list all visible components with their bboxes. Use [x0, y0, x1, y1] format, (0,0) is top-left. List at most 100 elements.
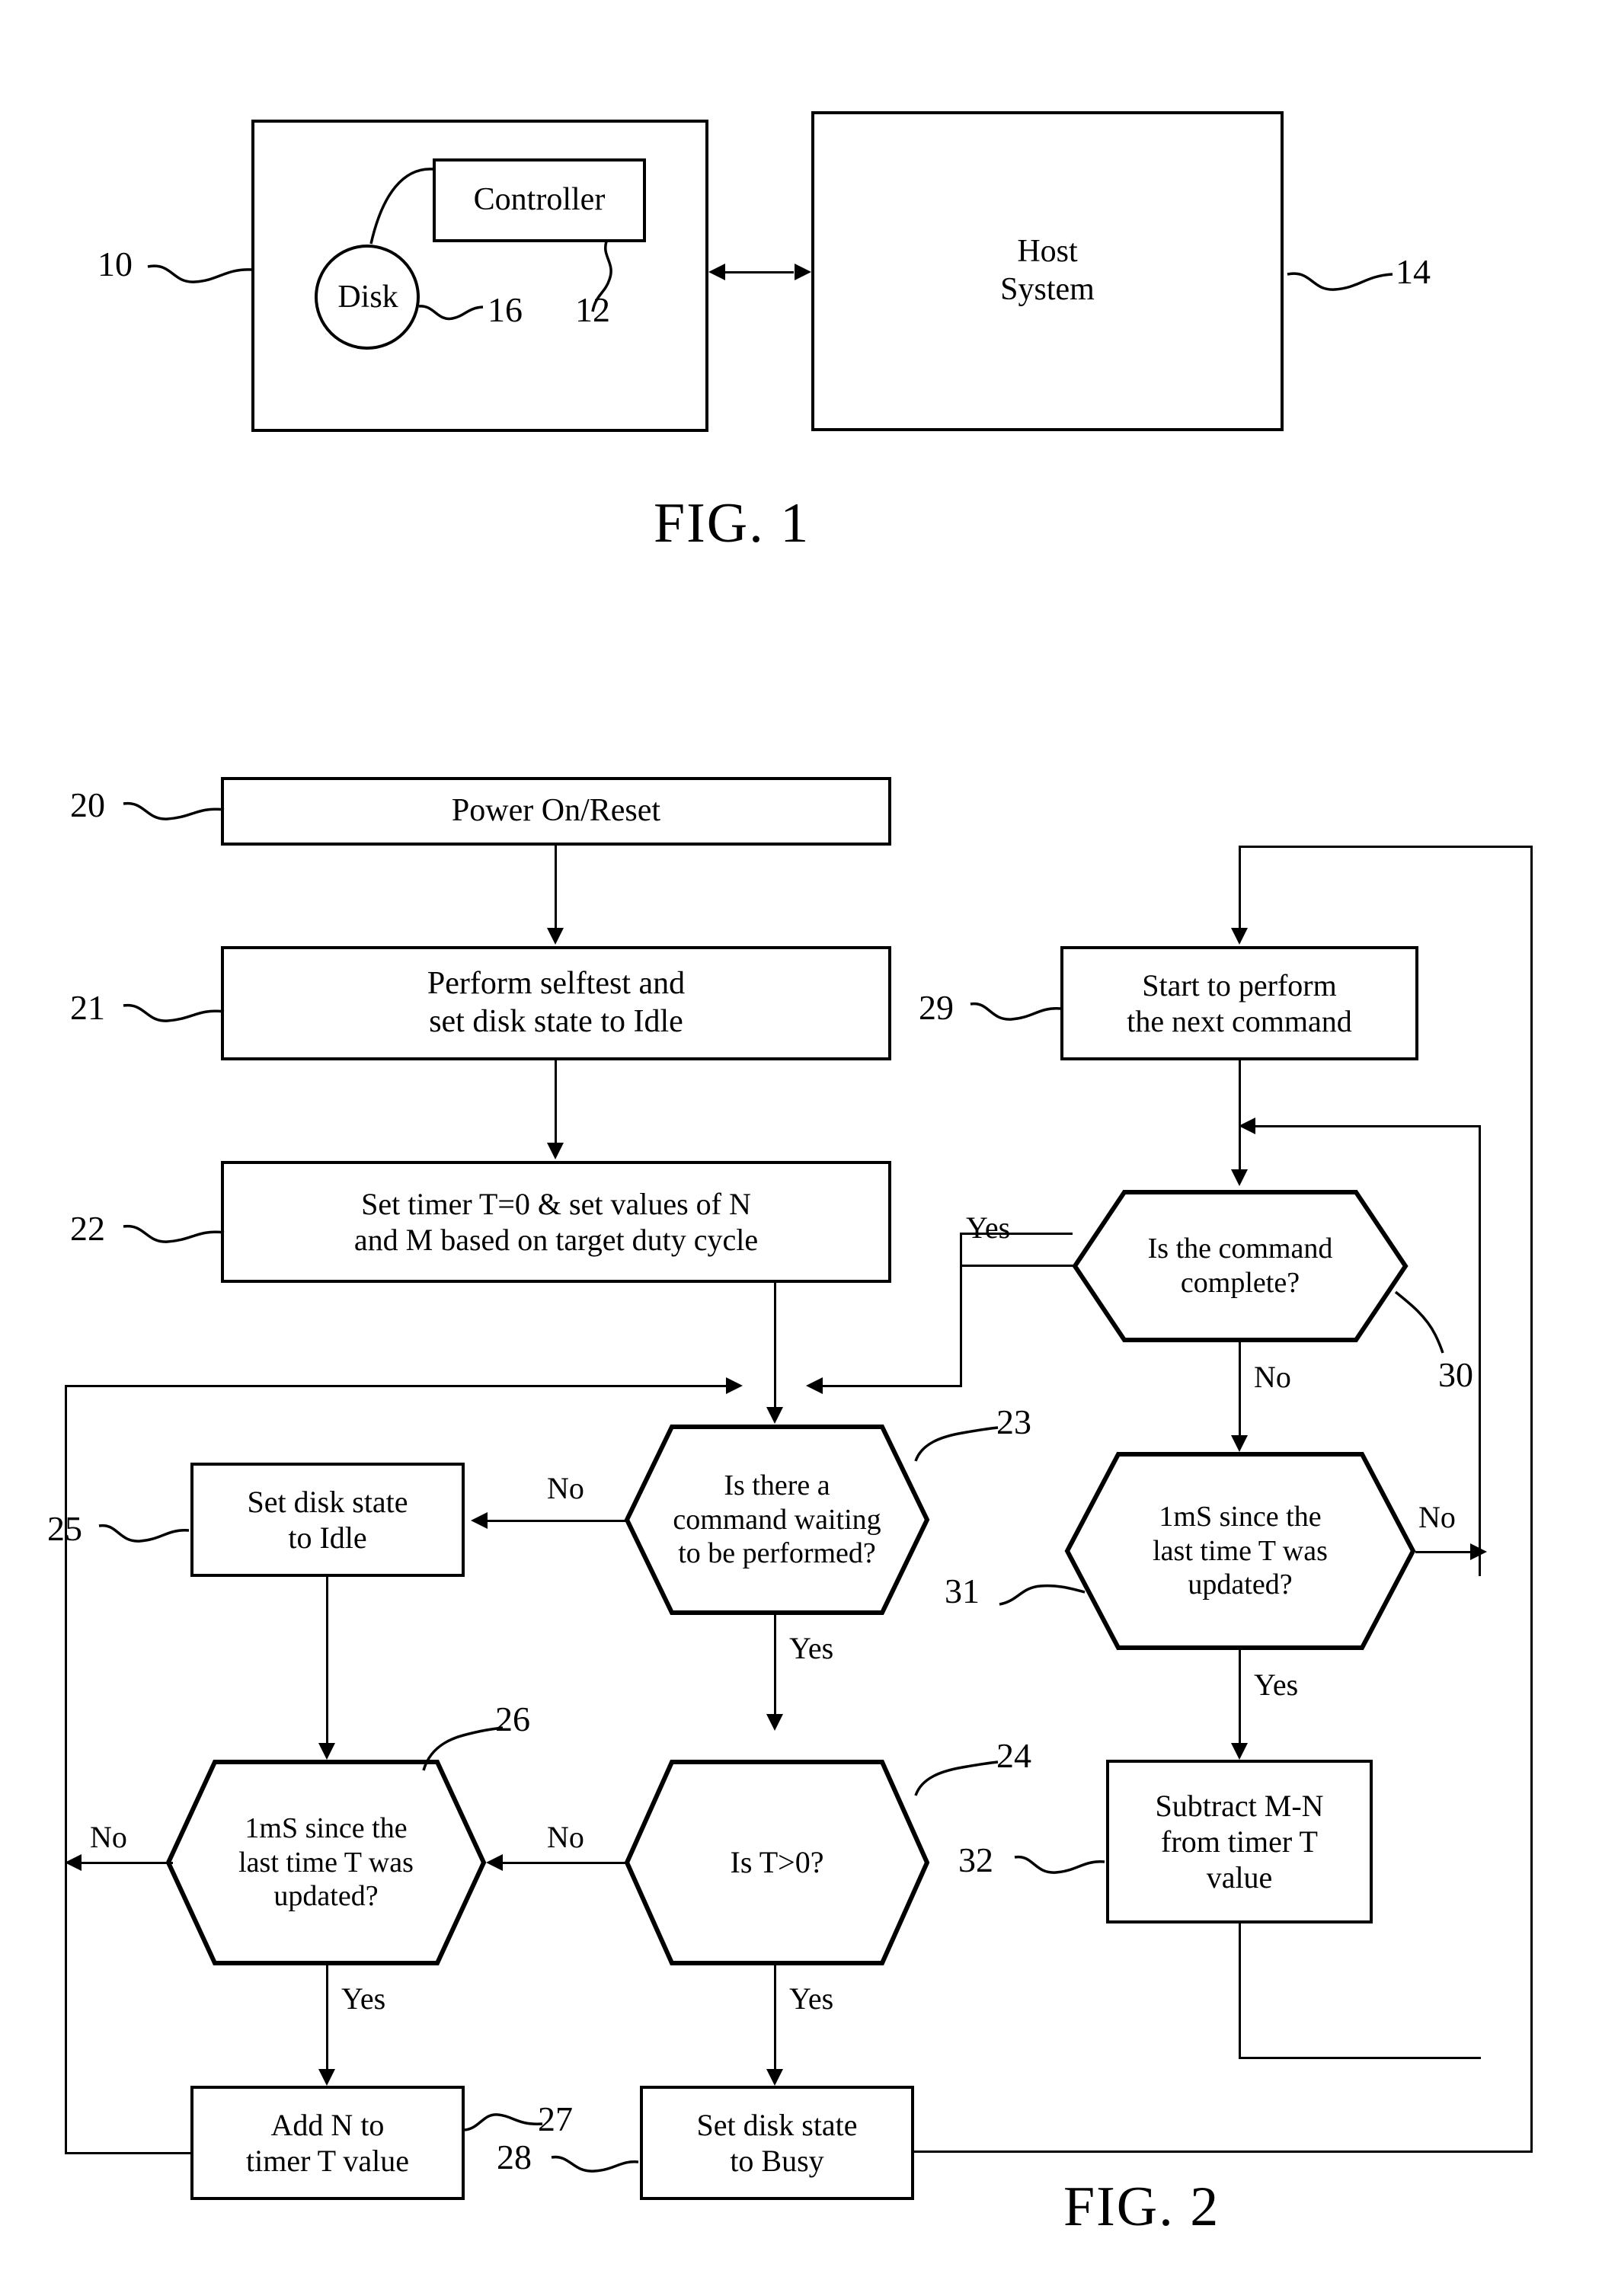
edge-24-26-arrow [486, 1854, 503, 1871]
branch-label-30-no: No [1254, 1360, 1291, 1394]
edge-23-24 [774, 1613, 776, 1720]
merge-right-arrow [806, 1377, 823, 1394]
node-25-set-idle: Set disk state to Idle [190, 1463, 465, 1577]
edge-22-23-arrow [766, 1407, 783, 1424]
node-23-label-line2: command waiting [673, 1503, 881, 1536]
node-29-label-line1: Start to perform [1142, 967, 1337, 1003]
node-31-label-line1: 1mS since the [1159, 1500, 1322, 1533]
branch-label-23-no: No [547, 1471, 584, 1505]
node-21-label-line1: Perform selftest and [427, 966, 686, 1002]
ref-num-26: 26 [495, 1700, 530, 1738]
node-30-is-command-complete: Is the command complete? [1073, 1190, 1408, 1342]
node-29-start-next-command: Start to perform the next command [1060, 946, 1418, 1060]
edge-31-no-return [1255, 1125, 1481, 1127]
edge-26-no [82, 1862, 173, 1864]
node-30-label-line2: complete? [1180, 1267, 1300, 1299]
edge-21-22 [555, 1060, 557, 1148]
node-28-label-line2: to Busy [730, 2144, 824, 2178]
node-26-label-line1: 1mS since the [245, 1812, 408, 1844]
ref-num-24: 24 [996, 1736, 1031, 1775]
node-22-label-line1: Set timer T=0 & set values of N [361, 1186, 751, 1221]
edge-25-26 [326, 1577, 328, 1748]
edge-23-24-arrow [766, 1714, 783, 1731]
patent-drawing-sheet: Controller Disk 16 12 10 Host System 14 … [0, 0, 1618, 2296]
edge-30-yes [960, 1265, 1076, 1267]
ref-leader-32 [1014, 1855, 1105, 1874]
figure-2-caption: FIG. 2 [1063, 2176, 1220, 2238]
edge-24-26 [503, 1862, 626, 1864]
edge-31-32-arrow [1231, 1743, 1248, 1760]
node-27-label-line1: Add N to [270, 2107, 385, 2142]
node-27-add-n: Add N to timer T value [190, 2086, 465, 2200]
ref-leader-29 [970, 1002, 1061, 1021]
ref-num-20: 20 [70, 785, 105, 824]
branch-label-31-yes: Yes [1254, 1668, 1299, 1702]
edge-24-28-arrow [766, 2069, 783, 2086]
edge-21-22-arrow [547, 1143, 564, 1159]
left-loop-bottom [65, 2152, 193, 2154]
ref-leader-24 [914, 1760, 999, 1796]
node-29-label-line2: the next command [1127, 1004, 1352, 1038]
ref-leader-26 [422, 1726, 504, 1771]
edge-23-25 [488, 1520, 626, 1522]
ref-leader-28 [551, 2155, 639, 2173]
node-30-label-line1: Is the command [1147, 1233, 1333, 1265]
ref-num-29: 29 [919, 988, 954, 1027]
branch-label-26-yes: Yes [341, 1981, 386, 2016]
node-28-set-busy: Set disk state to Busy [640, 2086, 914, 2200]
edge-32-right [1239, 2057, 1481, 2059]
node-20-power-on-reset: Power On/Reset [221, 777, 891, 846]
node-26-label-line2: last time T was [238, 1846, 414, 1879]
node-26-label-line3: updated? [273, 1880, 379, 1913]
node-23-label-line3: to be performed? [678, 1537, 876, 1570]
ref-leader-20 [123, 801, 225, 820]
ref-leader-30 [1394, 1290, 1444, 1354]
node-26-1ms-since-update-left: 1mS since the last time T was updated? [166, 1760, 486, 1965]
node-24-is-t-gt-0: Is T>0? [625, 1760, 929, 1965]
node-28-label-line1: Set disk state [696, 2107, 858, 2142]
edge-23-25-arrow [471, 1512, 488, 1529]
node-22-set-timer: Set timer T=0 & set values of N and M ba… [221, 1161, 891, 1283]
branch-label-24-yes: Yes [789, 1981, 834, 2016]
edge-26-27 [326, 1964, 328, 2074]
branch-label-24-no: No [547, 1820, 584, 1854]
node-32-label-line1: Subtract M-N [1155, 1788, 1324, 1823]
ref-num-23: 23 [996, 1402, 1031, 1441]
node-31-label-line2: last time T was [1153, 1534, 1328, 1567]
node-31-label-line3: updated? [1188, 1569, 1293, 1601]
edge-31-no-arrow [1470, 1543, 1487, 1560]
merge-right-line [823, 1385, 962, 1387]
node-32-subtract-m-n: Subtract M-N from timer T value [1106, 1760, 1373, 1923]
node-27-label-line2: timer T value [245, 2144, 410, 2178]
ref-leader-21 [123, 1003, 225, 1022]
edge-32-drop [1239, 1923, 1241, 2059]
node-31-1ms-since-update-right: 1mS since the last time T was updated? [1065, 1452, 1415, 1650]
node-23-label-line1: Is there a [724, 1469, 830, 1501]
edge-29-top-arrow [1231, 928, 1248, 945]
merge-left-line [65, 1385, 727, 1387]
ref-num-30: 30 [1438, 1355, 1473, 1394]
edge-26-no-arrow [65, 1854, 82, 1871]
merge-left-arrow [726, 1377, 743, 1394]
edge-20-21 [555, 846, 557, 933]
edge-25-26-arrow [318, 1743, 335, 1760]
node-25-label-line1: Set disk state [247, 1484, 408, 1519]
ref-leader-25 [98, 1524, 190, 1543]
ref-leader-23 [914, 1426, 999, 1462]
branch-label-26-no: No [90, 1820, 127, 1854]
node-25-label-line2: to Idle [288, 1521, 367, 1555]
node-21-perform-selftest: Perform selftest and set disk state to I… [221, 946, 891, 1060]
edge-30-31-arrow [1231, 1435, 1248, 1452]
node-22-label-line2: and M based on target duty cycle [353, 1223, 759, 1257]
node-32-label-line2: from timer T [1161, 1824, 1318, 1859]
node-24-label: Is T>0? [730, 1845, 824, 1880]
ref-num-27: 27 [538, 2099, 573, 2138]
edge-28-right [914, 2151, 1533, 2153]
ref-leader-31 [999, 1584, 1086, 1606]
branch-label-23-yes: Yes [789, 1631, 834, 1665]
edge-28-riser [1530, 846, 1533, 2153]
edge-22-23 [774, 1283, 776, 1412]
edge-30-31 [1239, 1342, 1241, 1441]
ref-num-28: 28 [497, 2138, 532, 2176]
node-23-command-waiting: Is there a command waiting to be perform… [625, 1425, 929, 1615]
